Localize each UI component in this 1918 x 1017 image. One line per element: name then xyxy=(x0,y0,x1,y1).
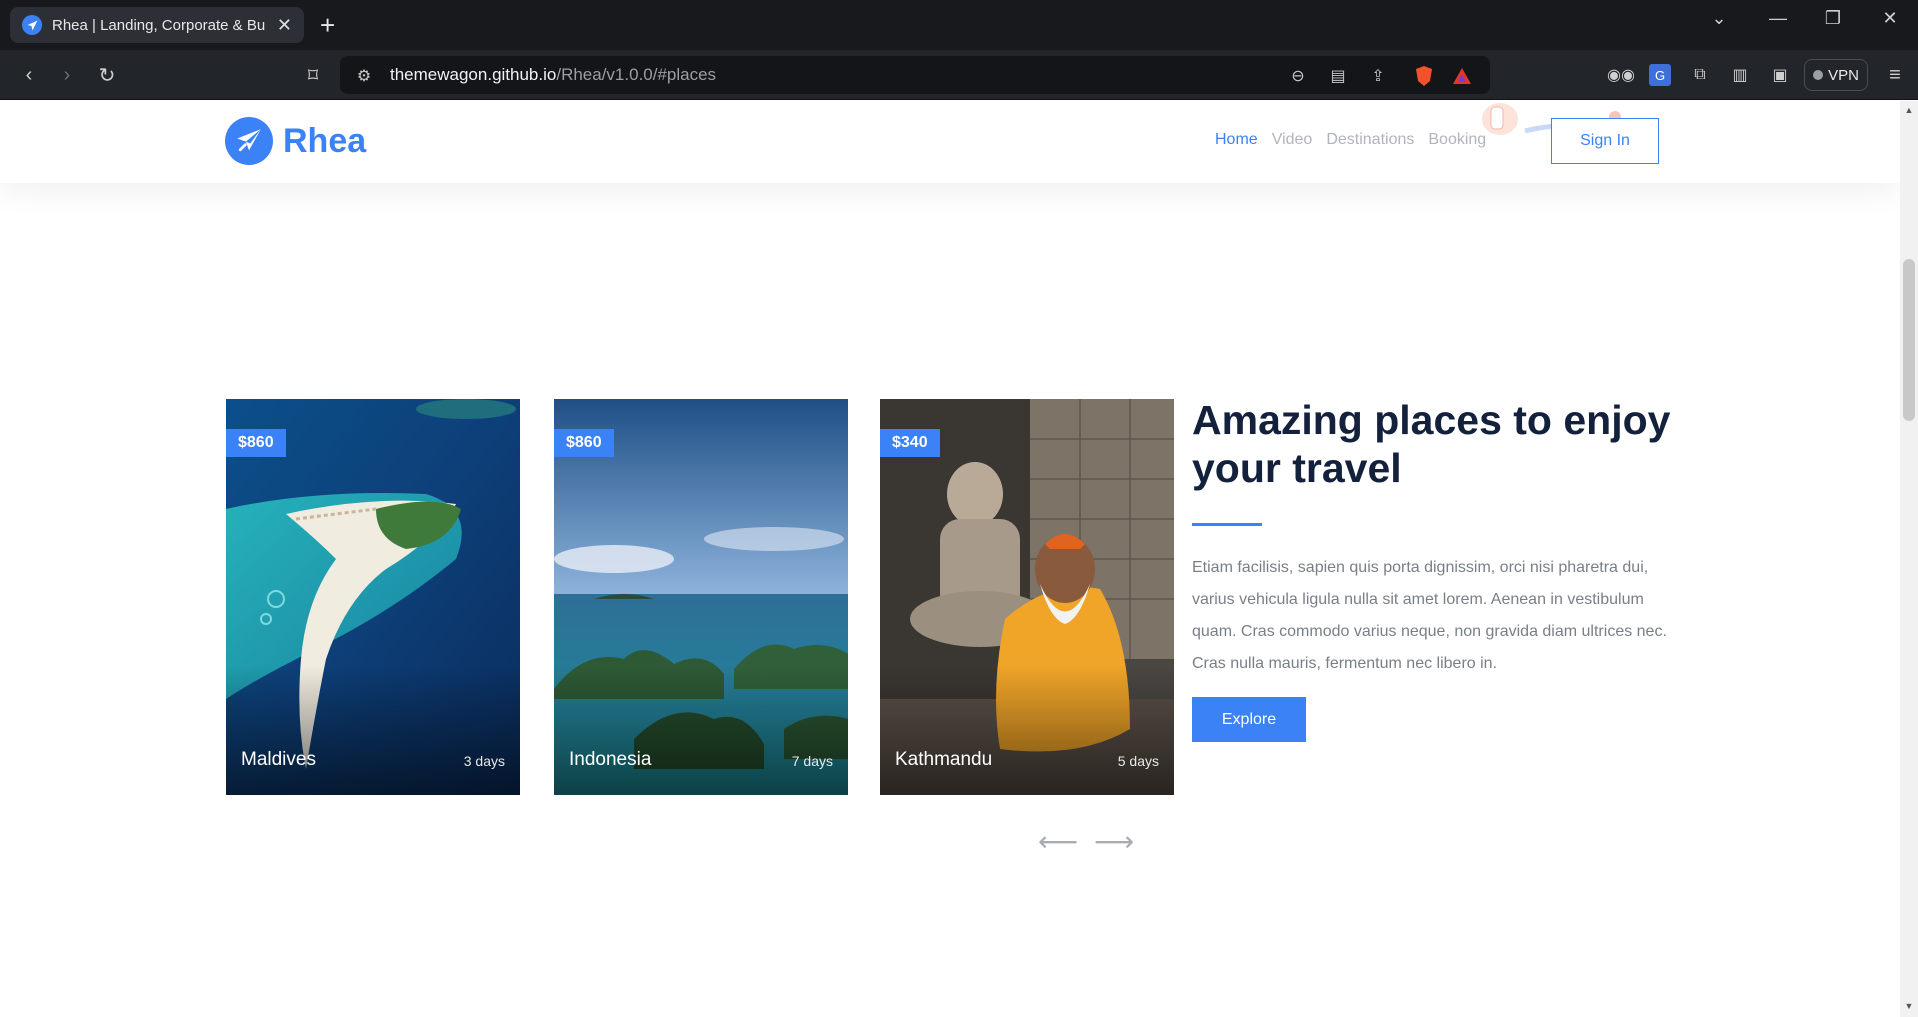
vpn-status-icon xyxy=(1813,70,1824,80)
section-heading: Amazing places to enjoy your travel xyxy=(1192,397,1671,491)
brand-name: Rhea xyxy=(283,121,367,160)
url-path: /Rhea/v1.0.0/#places xyxy=(556,65,717,84)
browser-toolbar: ‹ › ↻ ⌑ ⚙ themewagon.github.io /Rhea/v1.… xyxy=(0,50,1918,100)
carousel-controls: ⟵ ⟶ xyxy=(1038,828,1134,856)
reading-glasses-extension-icon[interactable]: ◉◉ xyxy=(1607,64,1635,86)
vpn-button[interactable]: VPN xyxy=(1804,59,1868,91)
nav-home[interactable]: Home xyxy=(1215,131,1258,149)
vpn-label: VPN xyxy=(1828,66,1859,84)
scroll-down-icon[interactable]: ▼ xyxy=(1904,1001,1914,1011)
tab-title: Rhea | Landing, Corporate & Bu xyxy=(52,16,266,34)
brave-rewards-icon[interactable] xyxy=(1450,66,1474,86)
browser-tab[interactable]: Rhea | Landing, Corporate & Bu ✕ xyxy=(10,7,304,43)
sign-in-button[interactable]: Sign In xyxy=(1551,118,1659,164)
price-badge: $860 xyxy=(226,429,286,457)
place-card-maldives[interactable]: $860 Maldives 3 days xyxy=(226,399,520,795)
place-duration: 3 days xyxy=(463,753,505,769)
place-duration: 5 days xyxy=(1117,753,1159,769)
zoom-icon[interactable]: ⊖ xyxy=(1288,66,1308,86)
new-tab-button[interactable]: + xyxy=(320,10,335,40)
translate-extension-icon[interactable]: G xyxy=(1649,64,1671,86)
explore-button[interactable]: Explore xyxy=(1192,697,1306,742)
main-nav: Home Video Destinations Booking xyxy=(1215,131,1486,149)
page-viewport: Rhea Home Video Destinations Booking Sig… xyxy=(0,101,1900,1017)
section-description: Etiam facilisis, sapien quis porta digni… xyxy=(1192,559,1667,672)
card-shade xyxy=(554,665,848,795)
card-shade xyxy=(226,665,520,795)
reload-button[interactable]: ↻ xyxy=(94,62,120,88)
sidebar-icon[interactable]: ▥ xyxy=(1729,64,1751,86)
nav-video[interactable]: Video xyxy=(1272,131,1313,149)
place-card-indonesia[interactable]: $860 Indonesia 7 days xyxy=(554,399,848,795)
back-button[interactable]: ‹ xyxy=(16,62,42,88)
place-name: Maldives xyxy=(241,749,316,770)
share-icon[interactable]: ⇪ xyxy=(1368,66,1388,86)
tab-search-chevron-icon[interactable]: ⌄ xyxy=(1697,0,1741,36)
restore-button[interactable]: ❐ xyxy=(1811,0,1855,36)
heading-underline xyxy=(1192,523,1262,526)
page-scrollbar[interactable]: ▲ ▼ xyxy=(1900,101,1918,1017)
place-name: Indonesia xyxy=(569,749,652,770)
site-header: Rhea Home Video Destinations Booking Sig… xyxy=(0,101,1900,183)
brave-shields-icon[interactable] xyxy=(1412,66,1436,86)
bookmark-icon[interactable]: ⌑ xyxy=(300,62,326,88)
scrollbar-thumb[interactable] xyxy=(1903,259,1915,421)
minimize-button[interactable]: — xyxy=(1756,0,1800,36)
favicon-plane-icon xyxy=(22,15,42,35)
reader-mode-icon[interactable]: ▤ xyxy=(1328,66,1348,86)
extensions-icon[interactable]: ⧉ xyxy=(1689,64,1711,86)
scroll-up-icon[interactable]: ▲ xyxy=(1904,105,1914,115)
place-card-kathmandu[interactable]: $340 Kathmandu 5 days xyxy=(880,399,1174,795)
site-info-icon[interactable]: ⚙ xyxy=(354,66,374,86)
brand-logo[interactable]: Rhea xyxy=(225,117,366,165)
card-shade xyxy=(880,665,1174,795)
place-name: Kathmandu xyxy=(895,749,993,770)
address-bar[interactable]: ⚙ themewagon.github.io /Rhea/v1.0.0/#pla… xyxy=(340,56,1490,94)
browser-tab-bar: Rhea | Landing, Corporate & Bu ✕ + ⌄ — ❐… xyxy=(0,0,1918,50)
price-badge: $860 xyxy=(554,429,614,457)
plane-logo-icon xyxy=(225,117,273,165)
arrow-right-icon[interactable]: ⟶ xyxy=(1094,828,1134,856)
nav-booking[interactable]: Booking xyxy=(1428,131,1486,149)
place-duration: 7 days xyxy=(791,753,833,769)
price-badge: $340 xyxy=(880,429,940,457)
nav-destinations[interactable]: Destinations xyxy=(1326,131,1414,149)
menu-icon[interactable]: ≡ xyxy=(1884,64,1906,86)
arrow-left-icon[interactable]: ⟵ xyxy=(1038,828,1078,856)
url-host: themewagon.github.io xyxy=(390,65,557,84)
wallet-icon[interactable]: ▣ xyxy=(1769,64,1791,86)
window-close-button[interactable]: ✕ xyxy=(1868,0,1912,36)
forward-button[interactable]: › xyxy=(54,62,80,88)
tab-close-icon[interactable]: ✕ xyxy=(277,15,292,36)
